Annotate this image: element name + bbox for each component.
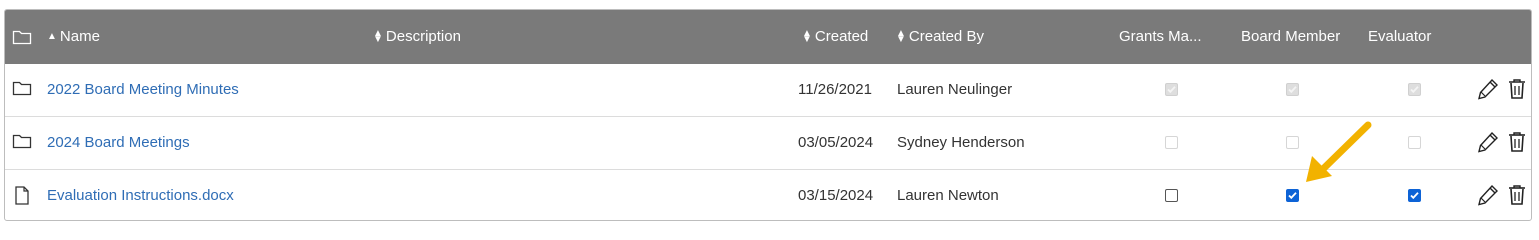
board-member-checkbox [1286, 136, 1299, 149]
row-created-by: Lauren Newton [897, 187, 999, 204]
grants-header: Grants Ma... [1119, 28, 1202, 45]
description-header-label: Description [385, 28, 461, 45]
sort-icon: ▲ ▼ [373, 28, 383, 45]
folder-icon [12, 80, 32, 100]
name-header-label: Name [59, 28, 100, 45]
trash-icon[interactable] [1508, 184, 1526, 210]
row-created-date: 03/05/2024 [798, 134, 874, 151]
file-icon [14, 186, 30, 209]
table-row: 2022 Board Meeting Minutes 11/26/2021 Laur… [5, 64, 1531, 117]
evaluator-checkbox [1408, 83, 1421, 96]
trash-icon[interactable] [1508, 78, 1526, 104]
row-name-link[interactable]: Evaluation Instructions.docx [47, 170, 234, 220]
sort-created-by-header[interactable]: ▲ ▼ Created By [896, 10, 984, 64]
pencil-icon[interactable] [1477, 184, 1499, 210]
evaluator-checkbox[interactable] [1408, 189, 1421, 202]
grants-manager-checkbox [1165, 136, 1178, 149]
pencil-icon[interactable] [1477, 131, 1499, 157]
created-by-header-label: Created By [908, 28, 984, 45]
evaluator-header: Evaluator [1368, 28, 1432, 45]
board-member-checkbox[interactable] [1286, 189, 1299, 202]
row-created-date: 11/26/2021 [798, 81, 872, 98]
board-member-checkbox [1286, 83, 1299, 96]
sort-name-header[interactable]: ▲ Name [47, 10, 100, 64]
row-created-date: 03/15/2024 [798, 187, 874, 204]
row-created-by: Sydney Henderson [897, 134, 1025, 151]
grants-manager-checkbox[interactable] [1165, 189, 1178, 202]
sort-icon: ▲ ▼ [802, 28, 812, 45]
table-header: ▲ Name ▲ ▼ Description ▲ ▼ Created ▲ ▼ Crea… [5, 10, 1531, 64]
evaluator-checkbox [1408, 136, 1421, 149]
row-name-link[interactable]: 2022 Board Meeting Minutes [47, 64, 239, 116]
created-header-label: Created [814, 28, 869, 45]
grants-manager-checkbox [1165, 83, 1178, 96]
sort-asc-icon: ▲ [47, 31, 57, 42]
pencil-icon[interactable] [1477, 78, 1499, 104]
board-member-header: Board Member [1241, 28, 1341, 45]
row-name-link[interactable]: 2024 Board Meetings [47, 117, 190, 169]
folder-icon [12, 133, 32, 153]
sort-description-header[interactable]: ▲ ▼ Description [373, 10, 461, 64]
annotation-arrow-icon [1306, 121, 1372, 182]
documents-table: ▲ Name ▲ ▼ Description ▲ ▼ Created ▲ ▼ Crea… [4, 9, 1532, 221]
trash-icon[interactable] [1508, 131, 1526, 157]
sort-icon: ▲ ▼ [896, 28, 906, 45]
folder-outline-icon [12, 10, 32, 64]
row-created-by: Lauren Neulinger [897, 81, 1013, 98]
sort-created-header[interactable]: ▲ ▼ Created [802, 10, 868, 64]
